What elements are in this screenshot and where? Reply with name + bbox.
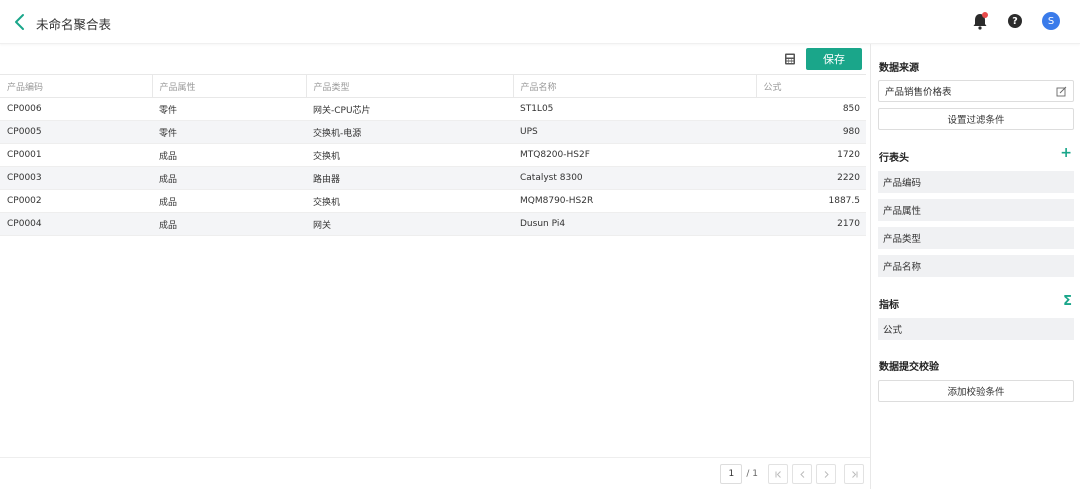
main-panel: 保存 产品编码 产品属性 产品类型 产品名称 公式 CP0006 零件 网关-C… bbox=[0, 44, 870, 489]
rowheader-field-item[interactable]: 产品属性 bbox=[878, 199, 1074, 221]
validation-title: 数据提交校验 bbox=[879, 362, 939, 373]
table-row[interactable]: CP0002 成品 交换机 MQM8790-HS2R 1887.5 bbox=[0, 189, 866, 213]
column-header[interactable]: 产品类型 bbox=[306, 74, 514, 98]
table-cell: 2170 bbox=[756, 212, 866, 236]
table-cell: UPS bbox=[513, 120, 756, 144]
config-sidebar: 数据来源 产品销售价格表 设置过滤条件 行表头 + 产品编码 产品属性 产品类型… bbox=[870, 44, 1080, 489]
table-row[interactable]: CP0003 成品 路由器 Catalyst 8300 2220 bbox=[0, 166, 866, 190]
table-row[interactable]: CP0005 零件 交换机-电源 UPS 980 bbox=[0, 120, 866, 144]
page-number-input[interactable]: 1 bbox=[720, 464, 743, 484]
set-filter-button[interactable]: 设置过滤条件 bbox=[878, 108, 1074, 130]
table-cell: 1887.5 bbox=[756, 189, 866, 213]
rowheader-title: 行表头 bbox=[879, 153, 909, 164]
table-row[interactable]: CP0004 成品 网关 Dusun Pi4 2170 bbox=[0, 212, 866, 236]
datasource-title: 数据来源 bbox=[879, 63, 919, 74]
table-row[interactable]: CP0001 成品 交换机 MTQ8200-HS2F 1720 bbox=[0, 143, 866, 167]
column-header[interactable]: 公式 bbox=[756, 74, 866, 98]
calculator-icon[interactable] bbox=[784, 53, 796, 65]
table-cell: 零件 bbox=[152, 120, 306, 144]
table-cell: 交换机-电源 bbox=[306, 120, 513, 144]
table-cell: 网关 bbox=[306, 212, 513, 236]
column-header[interactable]: 产品名称 bbox=[513, 74, 757, 98]
table-cell: CP0005 bbox=[0, 120, 152, 144]
last-page-icon[interactable] bbox=[844, 464, 864, 484]
table-cell: 交换机 bbox=[306, 143, 513, 167]
table-cell: Dusun Pi4 bbox=[513, 212, 756, 236]
prev-page-icon[interactable] bbox=[792, 464, 812, 484]
header-actions: ? S bbox=[970, 11, 1060, 31]
pagination: 1 / 1 bbox=[0, 457, 870, 489]
table-cell: 网关-CPU芯片 bbox=[306, 97, 513, 121]
datasource-value: 产品销售价格表 bbox=[885, 87, 952, 98]
table-cell: CP0004 bbox=[0, 212, 152, 236]
column-header[interactable]: 产品属性 bbox=[152, 74, 307, 98]
table-cell: 980 bbox=[756, 120, 866, 144]
metric-field-item[interactable]: 公式 bbox=[878, 318, 1074, 340]
avatar[interactable]: S bbox=[1042, 12, 1060, 30]
table-cell: 成品 bbox=[152, 189, 306, 213]
add-field-icon[interactable]: + bbox=[1060, 145, 1072, 161]
metric-title: 指标 bbox=[879, 300, 899, 311]
rowheader-field-item[interactable]: 产品编码 bbox=[878, 171, 1074, 193]
page-title: 未命名聚合表 bbox=[36, 17, 112, 32]
data-table: 产品编码 产品属性 产品类型 产品名称 公式 CP0006 零件 网关-CPU芯… bbox=[0, 74, 866, 236]
save-button[interactable]: 保存 bbox=[806, 48, 862, 70]
top-bar: 未命名聚合表 ? S bbox=[0, 0, 1080, 44]
back-arrow-icon[interactable] bbox=[10, 12, 30, 32]
table-row[interactable]: CP0006 零件 网关-CPU芯片 ST1L05 850 bbox=[0, 97, 866, 121]
table-cell: CP0003 bbox=[0, 166, 152, 190]
table-cell: 路由器 bbox=[306, 166, 513, 190]
datasource-selector[interactable]: 产品销售价格表 bbox=[878, 80, 1074, 102]
edit-icon[interactable] bbox=[1056, 86, 1067, 97]
table-cell: Catalyst 8300 bbox=[513, 166, 756, 190]
table-cell: MTQ8200-HS2F bbox=[513, 143, 756, 167]
sigma-icon[interactable]: Σ bbox=[1063, 294, 1072, 309]
table-cell: CP0002 bbox=[0, 189, 152, 213]
notification-bell-icon[interactable] bbox=[970, 11, 990, 31]
column-header[interactable]: 产品编码 bbox=[0, 74, 153, 98]
table-cell: 成品 bbox=[152, 212, 306, 236]
help-icon[interactable]: ? bbox=[1008, 14, 1022, 28]
table-cell: 850 bbox=[756, 97, 866, 121]
page-total: / 1 bbox=[746, 469, 758, 479]
table-cell: 2220 bbox=[756, 166, 866, 190]
toolbar: 保存 bbox=[784, 48, 862, 70]
rowheader-field-item[interactable]: 产品类型 bbox=[878, 227, 1074, 249]
table-cell: ST1L05 bbox=[513, 97, 756, 121]
rowheader-field-item[interactable]: 产品名称 bbox=[878, 255, 1074, 277]
table-cell: 1720 bbox=[756, 143, 866, 167]
table-cell: 零件 bbox=[152, 97, 306, 121]
table-header-row: 产品编码 产品属性 产品类型 产品名称 公式 bbox=[0, 74, 866, 98]
table-cell: 成品 bbox=[152, 143, 306, 167]
table-cell: CP0001 bbox=[0, 143, 152, 167]
table-cell: 成品 bbox=[152, 166, 306, 190]
first-page-icon[interactable] bbox=[768, 464, 788, 484]
next-page-icon[interactable] bbox=[816, 464, 836, 484]
table-cell: MQM8790-HS2R bbox=[513, 189, 756, 213]
add-validation-button[interactable]: 添加校验条件 bbox=[878, 380, 1074, 402]
table-cell: CP0006 bbox=[0, 97, 152, 121]
table-cell: 交换机 bbox=[306, 189, 513, 213]
